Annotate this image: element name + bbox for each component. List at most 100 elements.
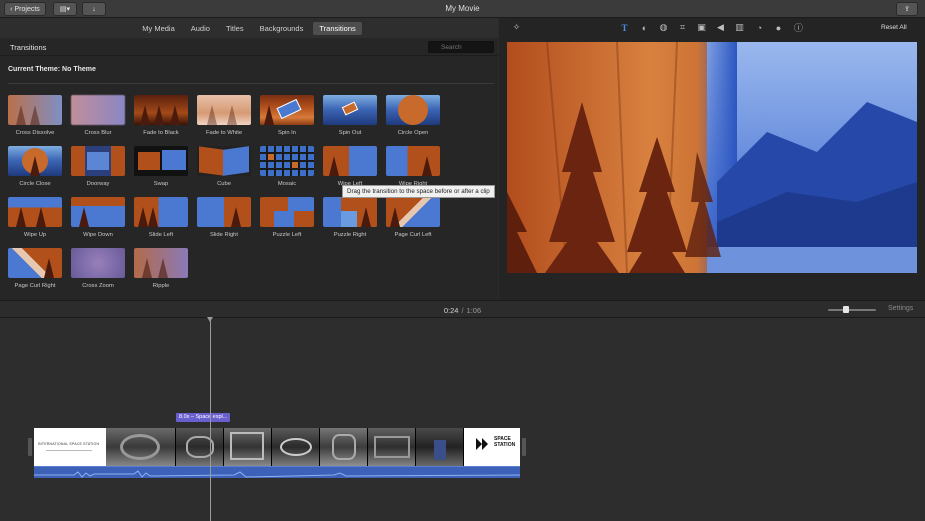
transition-label: Wipe Down xyxy=(83,232,113,238)
transition-cross-blur[interactable]: Cross Blur xyxy=(71,95,125,136)
filter-icon[interactable]: ● xyxy=(773,22,784,33)
info-icon[interactable]: ⓘ xyxy=(793,22,804,33)
transition-thumbnail xyxy=(323,197,377,227)
transition-cross-zoom[interactable]: Cross Zoom xyxy=(71,248,125,289)
clip-frame-detail xyxy=(120,434,160,460)
share-icon: ⇪ xyxy=(904,6,910,13)
clip-frame-detail xyxy=(280,438,312,456)
transition-cross-dissolve[interactable]: Cross Dissolve xyxy=(8,95,62,136)
transition-thumbnail xyxy=(8,248,62,278)
total-time: 1:06 xyxy=(466,306,482,315)
clip-frame-detail xyxy=(434,440,446,460)
video-clip[interactable] xyxy=(368,428,416,466)
speed-icon[interactable]: ◔ xyxy=(754,22,765,33)
tab-my-media[interactable]: My Media xyxy=(136,22,181,35)
transition-thumbnail xyxy=(260,146,314,176)
timecode: 0:24/1:06 xyxy=(0,306,925,315)
transition-wipe-left[interactable]: Wipe Left xyxy=(323,146,377,187)
tab-titles[interactable]: Titles xyxy=(220,22,250,35)
transition-thumbnail xyxy=(386,146,440,176)
divider xyxy=(8,83,494,84)
reset-all-button[interactable]: Reset All xyxy=(881,24,907,31)
playhead-handle[interactable] xyxy=(207,317,213,322)
transition-slide-left[interactable]: Slide Left xyxy=(134,197,188,238)
transition-mosaic[interactable]: Mosaic xyxy=(260,146,314,187)
transition-thumbnail xyxy=(71,95,125,125)
title-clip-text: INTERNATIONAL SPACE STATION xyxy=(38,442,100,446)
stabilization-icon[interactable]: ▣ xyxy=(696,22,707,33)
search-input[interactable] xyxy=(428,41,494,53)
transition-cube[interactable]: Cube xyxy=(197,146,251,187)
transition-circle-close[interactable]: Circle Close xyxy=(8,146,62,187)
tab-audio[interactable]: Audio xyxy=(185,22,216,35)
color-balance-icon[interactable]: ◐ xyxy=(639,22,650,33)
transition-puzzle-right[interactable]: Puzzle Right xyxy=(323,197,377,238)
magic-wand-icon[interactable]: ✧ xyxy=(511,22,522,33)
transition-label: Ripple xyxy=(152,283,170,289)
divider xyxy=(46,450,92,451)
transition-swap[interactable]: Swap xyxy=(134,146,188,187)
color-correction-icon[interactable]: ◍ xyxy=(658,22,669,33)
video-clip[interactable] xyxy=(176,428,224,466)
settings-button[interactable]: Settings xyxy=(888,305,913,312)
video-clip[interactable] xyxy=(224,428,272,466)
zoom-slider-knob[interactable] xyxy=(843,306,849,313)
video-clip[interactable] xyxy=(320,428,368,466)
transition-page-curl-left[interactable]: Page Curl Left xyxy=(386,197,440,238)
transition-label: Puzzle Right xyxy=(333,232,367,238)
transition-thumbnail xyxy=(134,146,188,176)
clip-duration-label[interactable]: 8.0s – Space expl... xyxy=(176,413,231,422)
transition-thumbnail xyxy=(71,248,125,278)
transition-label: Spin Out xyxy=(338,130,362,136)
video-clip[interactable] xyxy=(272,428,320,466)
equalizer-icon[interactable]: ▥ xyxy=(734,22,745,33)
share-button[interactable]: ⇪ xyxy=(896,2,918,16)
transition-fade-to-white[interactable]: Fade to White xyxy=(197,95,251,136)
video-preview xyxy=(507,42,917,273)
transition-circle-open[interactable]: Circle Open xyxy=(386,95,440,136)
title-bar: ‹ Projects ▤▾ ↓ My Movie ⇪ xyxy=(0,0,925,18)
transition-fade-to-black[interactable]: Fade to Black xyxy=(134,95,188,136)
transition-label: Puzzle Left xyxy=(272,232,302,238)
transition-wipe-right[interactable]: Wipe Right xyxy=(386,146,440,187)
zoom-slider[interactable] xyxy=(828,306,876,313)
end-title-clip[interactable]: SPACE STATION xyxy=(464,428,520,466)
panel-title: Transitions xyxy=(10,43,47,52)
current-theme-label: Current Theme: No Theme xyxy=(8,66,96,73)
transition-label: Doorway xyxy=(86,181,110,187)
volume-icon[interactable]: ◀ xyxy=(715,22,726,33)
transition-label: Cross Zoom xyxy=(82,283,114,289)
audio-track[interactable] xyxy=(34,466,521,478)
playhead[interactable] xyxy=(210,318,211,521)
transition-spin-in[interactable]: Spin In xyxy=(260,95,314,136)
transition-thumbnail xyxy=(197,197,251,227)
end-title-text: SPACE STATION xyxy=(494,436,516,448)
transition-spin-out[interactable]: Spin Out xyxy=(323,95,377,136)
crop-icon[interactable]: ⌗ xyxy=(677,22,688,33)
transition-thumbnail xyxy=(71,197,125,227)
transition-page-curl-right[interactable]: Page Curl Right xyxy=(8,248,62,289)
timeline[interactable]: 8.0s – Space expl... INTERNATIONAL SPACE… xyxy=(0,317,925,521)
transition-thumbnail xyxy=(323,95,377,125)
transition-label: Cross Dissolve xyxy=(15,130,55,136)
space-station-logo-icon xyxy=(474,436,490,452)
transition-wipe-up[interactable]: Wipe Up xyxy=(8,197,62,238)
viewer-panel: ✧ T ◐ ◍ ⌗ ▣ ◀ ▥ ◔ ● ⓘ Reset All xyxy=(499,18,925,300)
transition-puzzle-left[interactable]: Puzzle Left xyxy=(260,197,314,238)
transition-thumbnail xyxy=(8,197,62,227)
video-clip[interactable] xyxy=(416,428,464,466)
transition-wipe-down[interactable]: Wipe Down xyxy=(71,197,125,238)
transition-slide-right[interactable]: Slide Right xyxy=(197,197,251,238)
transition-doorway[interactable]: Doorway xyxy=(71,146,125,187)
transition-ripple[interactable]: Ripple xyxy=(134,248,188,289)
title-clip[interactable]: INTERNATIONAL SPACE STATION xyxy=(34,428,106,466)
text-icon[interactable]: T xyxy=(619,22,630,33)
video-clip-strip[interactable]: INTERNATIONAL SPACE STATION SPACE STATIO… xyxy=(34,428,520,466)
video-clip[interactable] xyxy=(106,428,176,466)
transition-thumbnail xyxy=(386,95,440,125)
transition-thumbnail xyxy=(260,95,314,125)
transition-label: Swap xyxy=(153,181,169,187)
tab-backgrounds[interactable]: Backgrounds xyxy=(254,22,310,35)
tab-transitions[interactable]: Transitions xyxy=(313,21,362,35)
transition-label: Mosaic xyxy=(277,181,297,187)
